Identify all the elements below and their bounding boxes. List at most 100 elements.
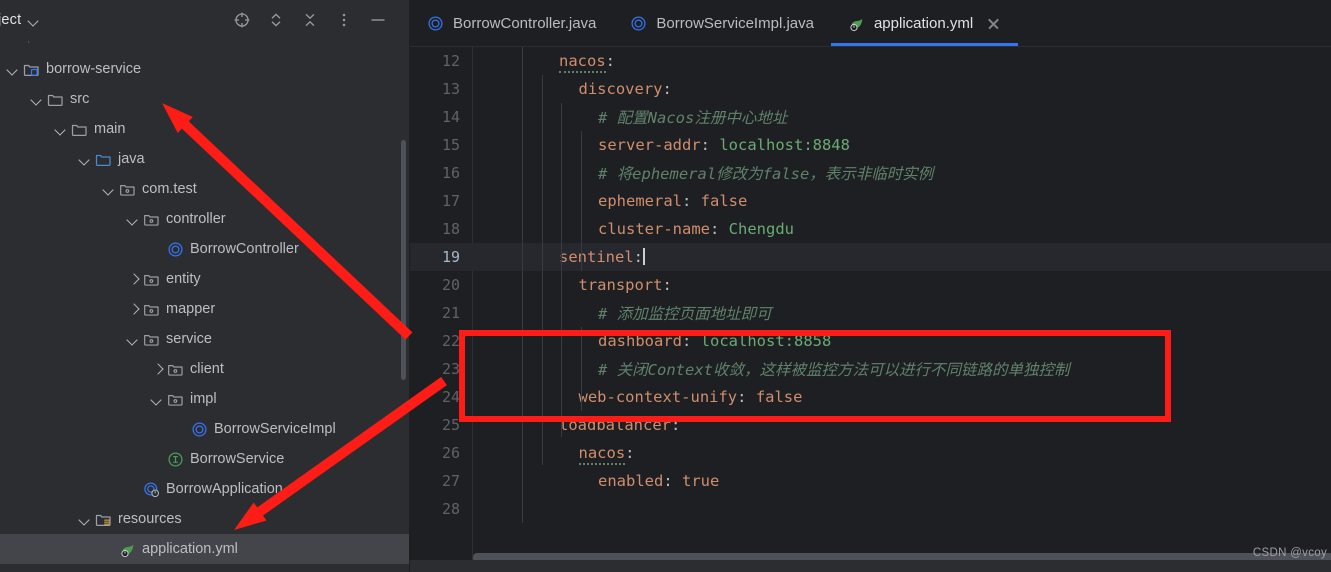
package-icon: [167, 391, 184, 408]
chevron-down-icon[interactable]: [6, 62, 20, 76]
line-number[interactable]: 15: [410, 136, 472, 154]
chevron-right-icon[interactable]: [126, 302, 140, 316]
code-line[interactable]: 18 cluster-name: Chengdu: [410, 215, 1331, 243]
editor-tab-bar: BorrowController.java BorrowServiceImpl.j…: [410, 0, 1331, 46]
code-line[interactable]: 19 sentinel:: [410, 243, 1331, 271]
code-lines[interactable]: 12 nacos: 13 discovery: 14 # 配置Nacos注册中心地址 15 s…: [410, 47, 1331, 523]
code-line[interactable]: 22 dashboard: localhost:8858: [410, 327, 1331, 355]
chevron-right-icon[interactable]: [126, 272, 140, 286]
tree-item-service[interactable]: service: [0, 324, 409, 354]
project-panel-toolbar: [233, 11, 399, 29]
more-options-icon[interactable]: [335, 11, 353, 29]
code-token: :: [737, 388, 756, 406]
line-number[interactable]: 27: [410, 472, 472, 490]
line-number[interactable]: 28: [410, 500, 472, 518]
folder-icon: [71, 121, 88, 138]
chevron-down-icon[interactable]: [126, 332, 140, 346]
collapse-all-icon[interactable]: [301, 11, 319, 29]
line-number[interactable]: 23: [410, 360, 472, 378]
package-icon: [143, 331, 160, 348]
tree-item-label: BorrowController: [190, 241, 299, 257]
code-token: Chengdu: [728, 220, 794, 238]
locate-icon[interactable]: [233, 11, 251, 29]
tree-item-com-test[interactable]: com.test: [0, 174, 409, 204]
tree-item-label: service: [166, 331, 212, 347]
tree-item-label: mapper: [166, 301, 216, 317]
code-line[interactable]: 27 enabled: true: [410, 467, 1331, 495]
chevron-right-icon[interactable]: [150, 362, 164, 376]
tree-item-borrowserviceimpl[interactable]: BorrowServiceImpl: [0, 414, 409, 444]
minimize-icon[interactable]: [369, 11, 387, 29]
module-folder-icon: [23, 61, 40, 78]
indent-guide: [522, 47, 523, 523]
tree-item-java[interactable]: java: [0, 144, 409, 174]
tree-item-application-yml[interactable]: application.yml: [0, 534, 409, 564]
package-icon: [143, 271, 160, 288]
code-line[interactable]: 20 transport:: [410, 271, 1331, 299]
line-number[interactable]: 13: [410, 80, 472, 98]
code-line[interactable]: 16 # 将ephemeral修改为false，表示非临时实例: [410, 159, 1331, 187]
line-number[interactable]: 14: [410, 108, 472, 126]
project-panel-title-group[interactable]: ject: [0, 12, 41, 28]
line-number[interactable]: 18: [410, 220, 472, 238]
line-number[interactable]: 22: [410, 332, 472, 350]
tree-item-borrowapplication[interactable]: BorrowApplication: [0, 474, 409, 504]
tree-item-resources[interactable]: resources: [0, 504, 409, 534]
line-number[interactable]: 24: [410, 388, 472, 406]
tree-item-mapper[interactable]: mapper: [0, 294, 409, 324]
code-line[interactable]: 13 discovery:: [410, 75, 1331, 103]
tree-item-main[interactable]: main: [0, 114, 409, 144]
code-line[interactable]: 25 loadbalancer:: [410, 411, 1331, 439]
code-line[interactable]: 12 nacos:: [410, 47, 1331, 75]
line-number[interactable]: 20: [410, 276, 472, 294]
editor-tab-application-yml[interactable]: application.yml: [830, 0, 1019, 46]
code-line[interactable]: 21 # 添加监控页面地址即可: [410, 299, 1331, 327]
line-number[interactable]: 12: [410, 52, 472, 70]
chevron-down-icon[interactable]: [54, 122, 68, 136]
chevron-down-icon[interactable]: [78, 512, 92, 526]
chevron-down-icon[interactable]: [28, 14, 41, 27]
code-editor[interactable]: 12 nacos: 13 discovery: 14 # 配置Nacos注册中心地址 15 s…: [410, 46, 1331, 572]
code-line[interactable]: 17 ephemeral: false: [410, 187, 1331, 215]
line-number[interactable]: 19: [410, 248, 472, 266]
close-icon[interactable]: [986, 16, 1001, 31]
code-text: dashboard: localhost:8858: [472, 332, 831, 350]
editor-area: BorrowController.java BorrowServiceImpl.j…: [410, 0, 1331, 572]
java-class-icon: [191, 421, 208, 438]
code-line[interactable]: 26 nacos:: [410, 439, 1331, 467]
tree-item-controller[interactable]: controller: [0, 204, 409, 234]
tree-item-borrowcontroller[interactable]: BorrowController: [0, 234, 409, 264]
project-tree[interactable]: ˙ borrow-service src main java com.test contro…: [0, 40, 409, 572]
expand-collapse-icon[interactable]: [267, 11, 285, 29]
tree-item-label: main: [94, 121, 126, 137]
tree-item-impl[interactable]: impl: [0, 384, 409, 414]
code-token: nacos: [559, 52, 606, 73]
tree-item-borrowservice[interactable]: BorrowService: [0, 444, 409, 474]
chevron-down-icon[interactable]: [102, 182, 116, 196]
line-number[interactable]: 25: [410, 416, 472, 434]
code-line[interactable]: 15 server-addr: localhost:8848: [410, 131, 1331, 159]
code-text: discovery:: [472, 80, 672, 98]
line-number[interactable]: 17: [410, 192, 472, 210]
tree-item-borrow-service[interactable]: borrow-service: [0, 54, 409, 84]
line-number[interactable]: 21: [410, 304, 472, 322]
editor-tab-borrowserviceimpl-java[interactable]: BorrowServiceImpl.java: [613, 0, 831, 46]
code-line[interactable]: 14 # 配置Nacos注册中心地址: [410, 103, 1331, 131]
tree-item-src[interactable]: src: [0, 84, 409, 114]
tree-item-entity[interactable]: entity: [0, 264, 409, 294]
chevron-down-icon[interactable]: [78, 152, 92, 166]
code-token: :: [700, 136, 720, 154]
code-line[interactable]: 28: [410, 495, 1331, 523]
code-line[interactable]: 24 web-context-unify: false: [410, 383, 1331, 411]
code-line[interactable]: 23 # 关闭Context收敛，这样被监控方法可以进行不同链路的单独控制: [410, 355, 1331, 383]
editor-tab-borrowcontroller-java[interactable]: BorrowController.java: [410, 0, 613, 46]
chevron-down-icon[interactable]: [150, 392, 164, 406]
tree-item-label: entity: [166, 271, 201, 287]
project-tree-scrollbar[interactable]: [401, 140, 406, 380]
tree-item-client[interactable]: client: [0, 354, 409, 384]
line-number[interactable]: 16: [410, 164, 472, 182]
chevron-down-icon[interactable]: [30, 92, 44, 106]
chevron-down-icon[interactable]: [126, 212, 140, 226]
line-number[interactable]: 26: [410, 444, 472, 462]
